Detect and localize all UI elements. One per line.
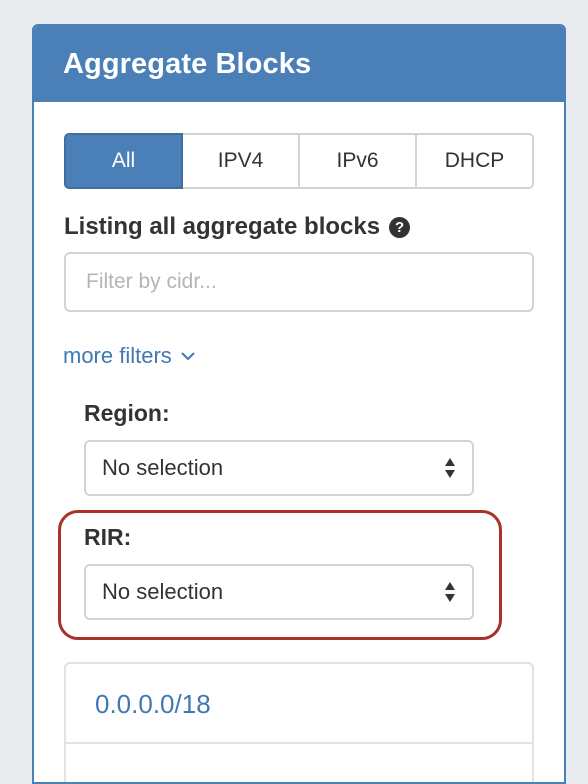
rir-selected-value: No selection [102, 579, 224, 604]
sort-arrows-icon [444, 580, 456, 604]
listing-heading: Listing all aggregate blocks ? [64, 213, 411, 241]
listing-label: Listing all aggregate blocks [64, 213, 381, 240]
region-selected-value: No selection [102, 455, 224, 480]
tab-ipv6[interactable]: IPv6 [298, 133, 417, 189]
panel-title: Aggregate Blocks [34, 26, 564, 102]
block-type-tabs: All IPV4 IPv6 DHCP [64, 133, 534, 189]
more-filters-label: more filters [63, 343, 172, 368]
block-cidr-link[interactable]: 0.0.0.0/18 [95, 689, 211, 719]
region-select[interactable]: No selection [84, 440, 474, 496]
question-circle-icon[interactable]: ? [389, 216, 411, 238]
chevron-down-icon [180, 351, 196, 361]
aggregate-block-list: 0.0.0.0/18 [64, 662, 534, 782]
list-item[interactable]: 0.0.0.0/18 [66, 664, 532, 744]
cidr-filter-input[interactable] [64, 252, 534, 312]
rir-select[interactable]: No selection [84, 564, 474, 620]
region-label: Region: [84, 400, 170, 426]
tab-dhcp[interactable]: DHCP [415, 133, 534, 189]
more-filters-link[interactable]: more filters [63, 343, 196, 369]
tab-ipv4[interactable]: IPV4 [181, 133, 300, 189]
rir-label: RIR: [84, 524, 132, 550]
sort-arrows-icon [444, 456, 456, 480]
aggregate-blocks-panel: Aggregate Blocks All IPV4 IPv6 DHCP List… [32, 24, 566, 784]
tab-all[interactable]: All [64, 133, 183, 189]
